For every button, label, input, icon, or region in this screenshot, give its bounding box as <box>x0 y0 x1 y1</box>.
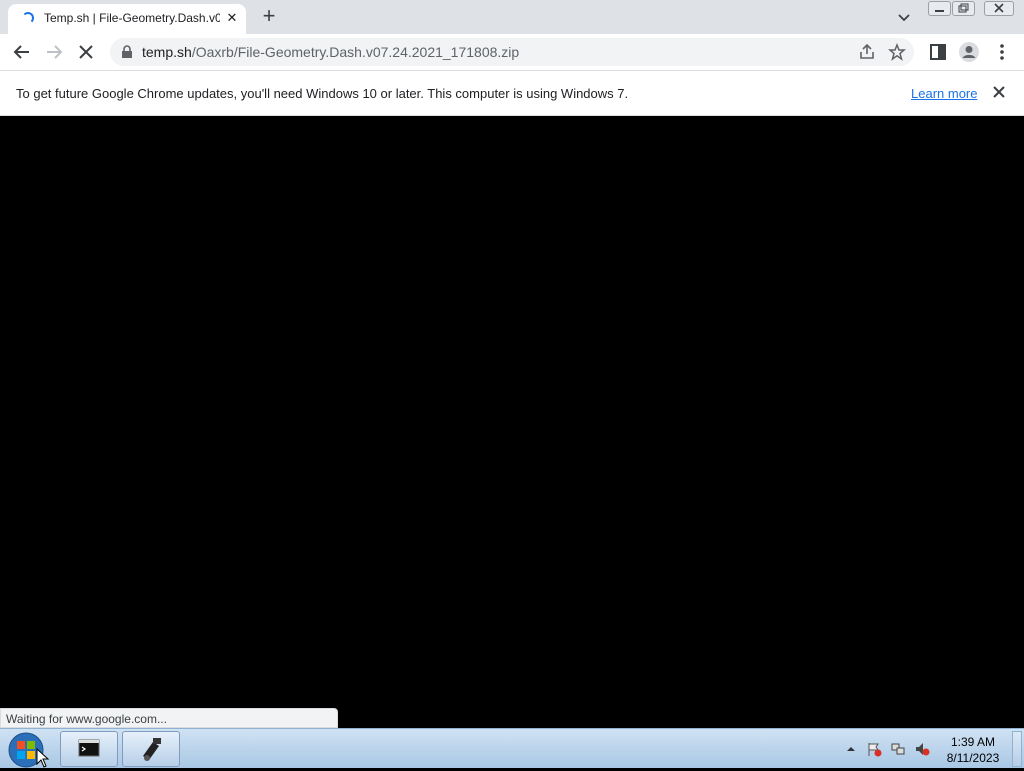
back-arrow-icon[interactable] <box>11 41 33 63</box>
lock-icon[interactable] <box>120 45 134 59</box>
taskbar: 1:39 AM 8/11/2023 <box>0 728 1024 768</box>
clock-time: 1:39 AM <box>950 735 996 749</box>
minimize-button[interactable] <box>928 1 951 16</box>
tab-title: Temp.sh | File-Geometry.Dash.v07.24.2021… <box>44 11 220 25</box>
share-icon[interactable] <box>858 43 876 61</box>
clock-date: 8/11/2023 <box>946 751 1000 765</box>
browser-chrome: Temp.sh | File-Geometry.Dash.v07.24.2021… <box>0 0 1024 116</box>
status-text: Waiting for www.google.com... <box>6 712 167 726</box>
network-icon[interactable] <box>890 741 906 757</box>
cmd-icon <box>78 739 100 757</box>
forward-arrow-icon[interactable] <box>43 41 65 63</box>
loading-spinner-icon <box>22 12 34 24</box>
tab-close-icon[interactable]: ✕ <box>224 10 240 26</box>
toolbar: temp.sh/Oaxrb/File-Geometry.Dash.v07.24.… <box>0 34 1024 70</box>
url-text[interactable]: temp.sh/Oaxrb/File-Geometry.Dash.v07.24.… <box>142 44 519 60</box>
show-desktop-button[interactable] <box>1012 731 1022 767</box>
stop-loading-icon[interactable] <box>75 41 97 63</box>
restore-button[interactable] <box>952 1 975 16</box>
flag-icon[interactable] <box>866 741 882 757</box>
update-infobar: To get future Google Chrome updates, you… <box>0 70 1024 116</box>
side-panel-icon[interactable] <box>927 41 949 63</box>
new-tab-button[interactable]: + <box>258 5 280 27</box>
page-content <box>0 116 1024 728</box>
active-tab[interactable]: Temp.sh | File-Geometry.Dash.v07.24.2021… <box>8 4 246 34</box>
taskbar-cmd-button[interactable] <box>60 731 118 767</box>
mouse-cursor-icon <box>36 748 50 768</box>
volume-muted-icon[interactable] <box>914 741 930 757</box>
tray-arrow-icon[interactable] <box>843 741 859 757</box>
app-icon <box>143 738 161 761</box>
star-icon[interactable] <box>888 43 906 61</box>
close-icon[interactable] <box>991 84 1007 100</box>
taskbar-app-button[interactable] <box>122 731 180 767</box>
tab-strip: Temp.sh | File-Geometry.Dash.v07.24.2021… <box>0 0 1024 34</box>
clock[interactable]: 1:39 AM 8/11/2023 <box>940 734 1006 766</box>
profile-icon[interactable] <box>958 41 980 63</box>
status-bubble: Waiting for www.google.com... <box>0 708 338 728</box>
address-bar[interactable]: temp.sh/Oaxrb/File-Geometry.Dash.v07.24.… <box>110 38 914 66</box>
more-vert-icon[interactable] <box>991 41 1013 63</box>
infobar-message: To get future Google Chrome updates, you… <box>16 86 629 101</box>
chevron-down-icon[interactable] <box>895 8 913 26</box>
close-window-button[interactable] <box>984 1 1014 16</box>
learn-more-link[interactable]: Learn more <box>911 86 977 101</box>
